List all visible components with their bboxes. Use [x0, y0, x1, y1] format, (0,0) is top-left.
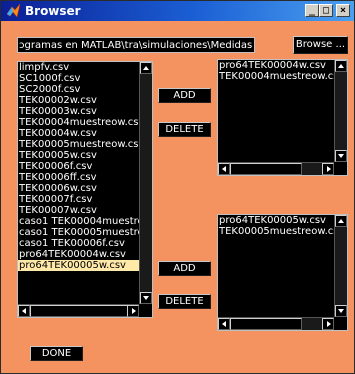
browser-window: Browser _ □ × ɔgramas en MATLAB\tra\simu… — [0, 0, 355, 374]
scroll-up-button[interactable] — [140, 62, 152, 74]
scroll-corner — [334, 317, 347, 330]
list-item[interactable]: TEK00006ff.csv — [18, 172, 139, 183]
scroll-down-button[interactable] — [335, 305, 347, 317]
scroll-corner — [334, 162, 347, 175]
list-item[interactable]: TEK00002w.csv — [18, 95, 139, 106]
matlab-icon — [7, 4, 20, 17]
scroll-left-button[interactable] — [18, 305, 30, 317]
done-button[interactable]: DONE — [30, 346, 83, 361]
maximize-button[interactable]: □ — [319, 4, 333, 17]
arrow-left-icon — [222, 166, 226, 172]
scroll-up-button[interactable] — [335, 215, 347, 227]
list-item[interactable]: SC1000f.csv — [18, 73, 139, 84]
arrow-right-icon — [327, 166, 331, 172]
list-item[interactable]: TEK00005muestreow.csv — [18, 139, 139, 150]
list-item[interactable]: limpfv.csv — [18, 62, 139, 73]
list-item[interactable]: TEK00004w.csv — [18, 128, 139, 139]
list-item[interactable]: caso1 TEK00005muestreo — [18, 227, 139, 238]
hscroll-thumb[interactable] — [230, 163, 302, 175]
list-item[interactable]: pro64TEK00005w.csv — [218, 215, 334, 226]
close-button[interactable]: × — [336, 4, 350, 17]
selected-list-top[interactable]: pro64TEK00004w.csv TEK00004muestreow.csv — [217, 59, 348, 176]
scroll-right-button[interactable] — [127, 305, 139, 317]
selected-list-top-items: pro64TEK00004w.csv TEK00004muestreow.csv — [218, 60, 334, 162]
list-item[interactable]: TEK00005muestreow.csv — [218, 226, 334, 237]
arrow-left-icon — [222, 321, 226, 327]
file-list-hscrollbar[interactable] — [18, 304, 139, 317]
hscroll-thumb[interactable] — [30, 305, 130, 317]
selected-list-bottom-vscrollbar[interactable] — [334, 215, 347, 317]
selected-list-top-vscrollbar[interactable] — [334, 60, 347, 162]
browse-button[interactable]: Browse ... — [293, 36, 348, 54]
arrow-right-icon — [132, 308, 136, 314]
arrow-down-icon — [338, 309, 344, 313]
list-item[interactable]: SC2000f.csv — [18, 84, 139, 95]
arrow-right-icon — [327, 321, 331, 327]
list-item[interactable]: TEK00007w.csv — [18, 205, 139, 216]
scroll-down-button[interactable] — [335, 150, 347, 162]
list-item[interactable]: TEK00004muestreow.csv — [218, 71, 334, 82]
scroll-down-button[interactable] — [140, 292, 152, 304]
arrow-down-icon — [143, 296, 149, 300]
scroll-up-button[interactable] — [335, 60, 347, 72]
arrow-down-icon — [338, 154, 344, 158]
list-item[interactable]: caso1 TEK00004muestreo — [18, 216, 139, 227]
arrow-up-icon — [143, 66, 149, 70]
minimize-button[interactable]: _ — [305, 4, 319, 17]
arrow-left-icon — [22, 308, 26, 314]
add-bottom-button[interactable]: ADD — [158, 261, 211, 276]
file-list[interactable]: limpfv.csv SC1000f.csv SC2000f.csv TEK00002… — [17, 61, 153, 318]
window-title: Browser — [25, 4, 81, 18]
file-list-items: limpfv.csv SC1000f.csv SC2000f.csv TEK00002… — [18, 62, 139, 304]
delete-bottom-button[interactable]: DELETE — [158, 294, 211, 309]
scroll-right-button[interactable] — [322, 163, 334, 175]
list-item[interactable]: caso1 TEK00006f.csv — [18, 238, 139, 249]
scroll-left-button[interactable] — [218, 163, 230, 175]
path-input[interactable]: ɔgramas en MATLAB\tra\simulaciones\Medid… — [17, 37, 255, 53]
scroll-right-button[interactable] — [322, 318, 334, 330]
list-item[interactable]: TEK00004muestreow.csv — [18, 117, 139, 128]
list-item[interactable]: TEK00006w.csv — [18, 183, 139, 194]
selected-list-bottom[interactable]: pro64TEK00005w.csv TEK00005muestreow.csv — [217, 214, 348, 331]
selected-list-bottom-items: pro64TEK00005w.csv TEK00005muestreow.csv — [218, 215, 334, 317]
list-item[interactable]: TEK00005w.csv — [18, 150, 139, 161]
list-item[interactable]: pro64TEK00004w.csv — [218, 60, 334, 71]
selected-list-bottom-hscrollbar[interactable] — [218, 317, 334, 330]
scroll-left-button[interactable] — [218, 318, 230, 330]
delete-top-button[interactable]: DELETE — [158, 122, 211, 137]
list-item[interactable]: pro64TEK00005w.csv — [18, 260, 139, 271]
add-top-button[interactable]: ADD — [158, 88, 211, 103]
list-item[interactable]: TEK00006f.csv — [18, 161, 139, 172]
title-bar[interactable]: Browser _ □ × — [1, 1, 354, 21]
arrow-up-icon — [338, 219, 344, 223]
list-item[interactable]: TEK00003w.csv — [18, 106, 139, 117]
arrow-up-icon — [338, 64, 344, 68]
selected-list-top-hscrollbar[interactable] — [218, 162, 334, 175]
hscroll-thumb[interactable] — [230, 318, 302, 330]
scroll-corner — [139, 304, 152, 317]
list-item[interactable]: TEK00007f.csv — [18, 194, 139, 205]
file-list-vscrollbar[interactable] — [139, 62, 152, 304]
list-item[interactable]: pro64TEK00004w.csv — [18, 249, 139, 260]
